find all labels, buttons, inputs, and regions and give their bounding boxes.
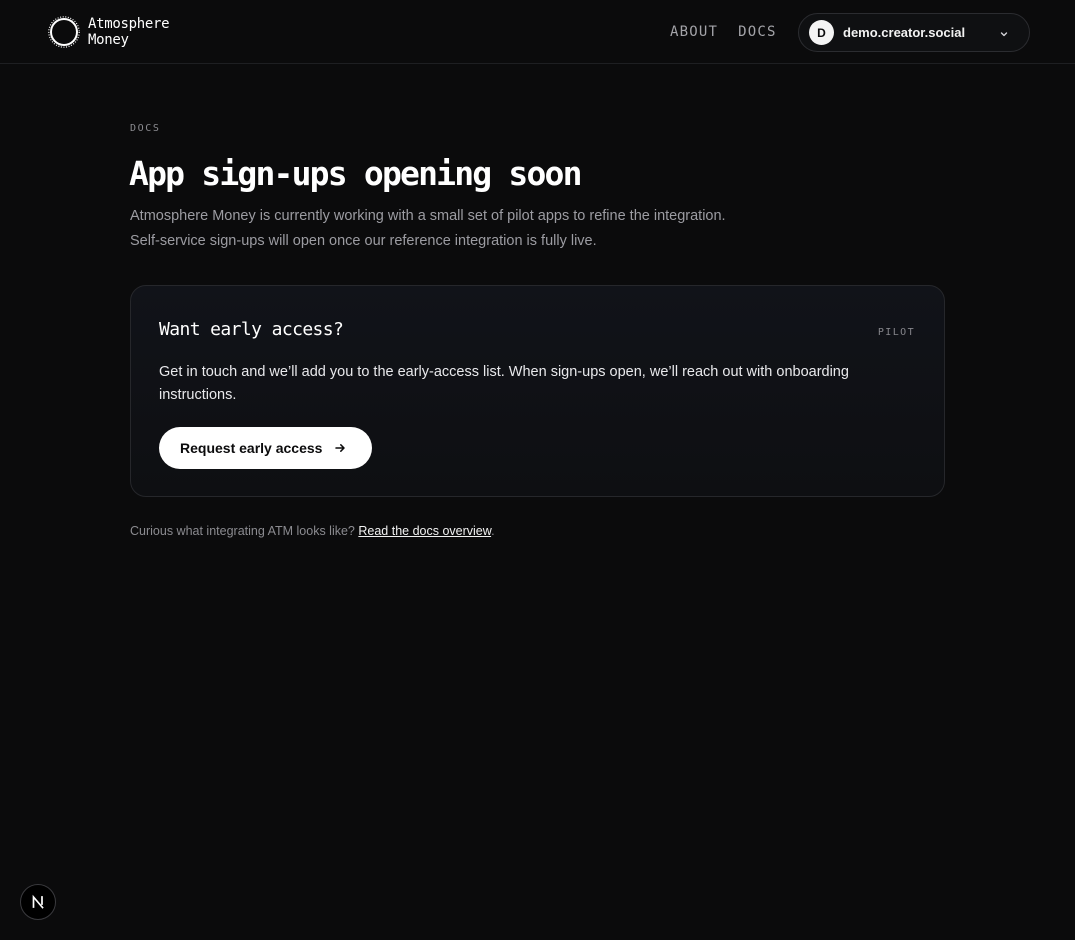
footnote-text: Curious what integrating ATM looks like? <box>130 524 355 538</box>
nav-docs-link[interactable]: DOCS <box>738 23 777 41</box>
page-description: Atmosphere Money is currently working wi… <box>130 208 726 249</box>
arrow-right-icon <box>335 444 346 452</box>
nextjs-dev-tools-button[interactable] <box>20 884 56 920</box>
request-early-access-label: Request early access <box>180 440 323 456</box>
card-body: Get in touch and we’ll add you to the ea… <box>159 364 849 403</box>
chevron-down-icon <box>1000 32 1008 37</box>
request-early-access-button[interactable]: Request early access <box>159 427 372 469</box>
avatar: D <box>809 20 834 45</box>
page-title: App sign-ups opening soon <box>129 154 583 193</box>
brand-link[interactable]: Atmosphere Money <box>48 15 170 49</box>
docs-footnote: Curious what integrating ATM looks like?… <box>130 524 495 538</box>
pilot-badge: PILOT <box>877 327 915 338</box>
account-handle: demo.creator.social <box>843 25 966 40</box>
early-access-card: Want early access? PILOT Get in touch an… <box>130 285 945 497</box>
brand-name: Atmosphere Money <box>88 16 170 48</box>
footnote-period: . <box>491 524 495 538</box>
card-title: Want early access? <box>159 319 344 340</box>
docs-overview-link[interactable]: Read the docs overview <box>358 524 491 538</box>
account-menu-button[interactable]: D demo.creator.social <box>798 13 1030 52</box>
atmosphere-logo-icon <box>48 16 80 48</box>
nextjs-logo-icon <box>32 894 44 909</box>
main-nav: ABOUT DOCS <box>670 23 777 41</box>
nav-about-link[interactable]: ABOUT <box>670 23 718 41</box>
brand-name-line-1: Atmosphere <box>88 16 170 32</box>
section-eyebrow: DOCS <box>130 123 161 134</box>
brand-name-line-2: Money <box>88 32 129 48</box>
top-bar: Atmosphere Money ABOUT DOCS D demo.creat… <box>0 0 1075 64</box>
